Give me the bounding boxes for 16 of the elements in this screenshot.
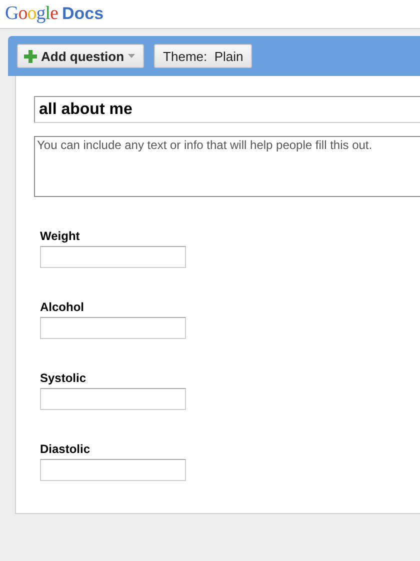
answer-field[interactable]	[40, 317, 186, 339]
product-name: Docs	[62, 4, 104, 24]
question-label: Weight	[40, 229, 81, 243]
question-label: Diastolic	[40, 442, 92, 456]
add-question-button[interactable]: Add question	[17, 44, 144, 68]
answer-field[interactable]	[40, 459, 186, 481]
question-label: Alcohol	[40, 300, 85, 314]
description-field[interactable]: You can include any text or info that will help people fill this out.	[34, 136, 420, 197]
question-label: Systolic	[40, 371, 88, 385]
plus-icon	[24, 50, 37, 62]
answer-field[interactable]	[40, 388, 186, 410]
theme-button[interactable]: Theme: Plain	[154, 44, 252, 68]
logo: Google	[5, 3, 58, 25]
caret-icon	[128, 54, 136, 58]
answer-field[interactable]	[40, 246, 186, 268]
title-field[interactable]: all about me	[34, 96, 420, 123]
